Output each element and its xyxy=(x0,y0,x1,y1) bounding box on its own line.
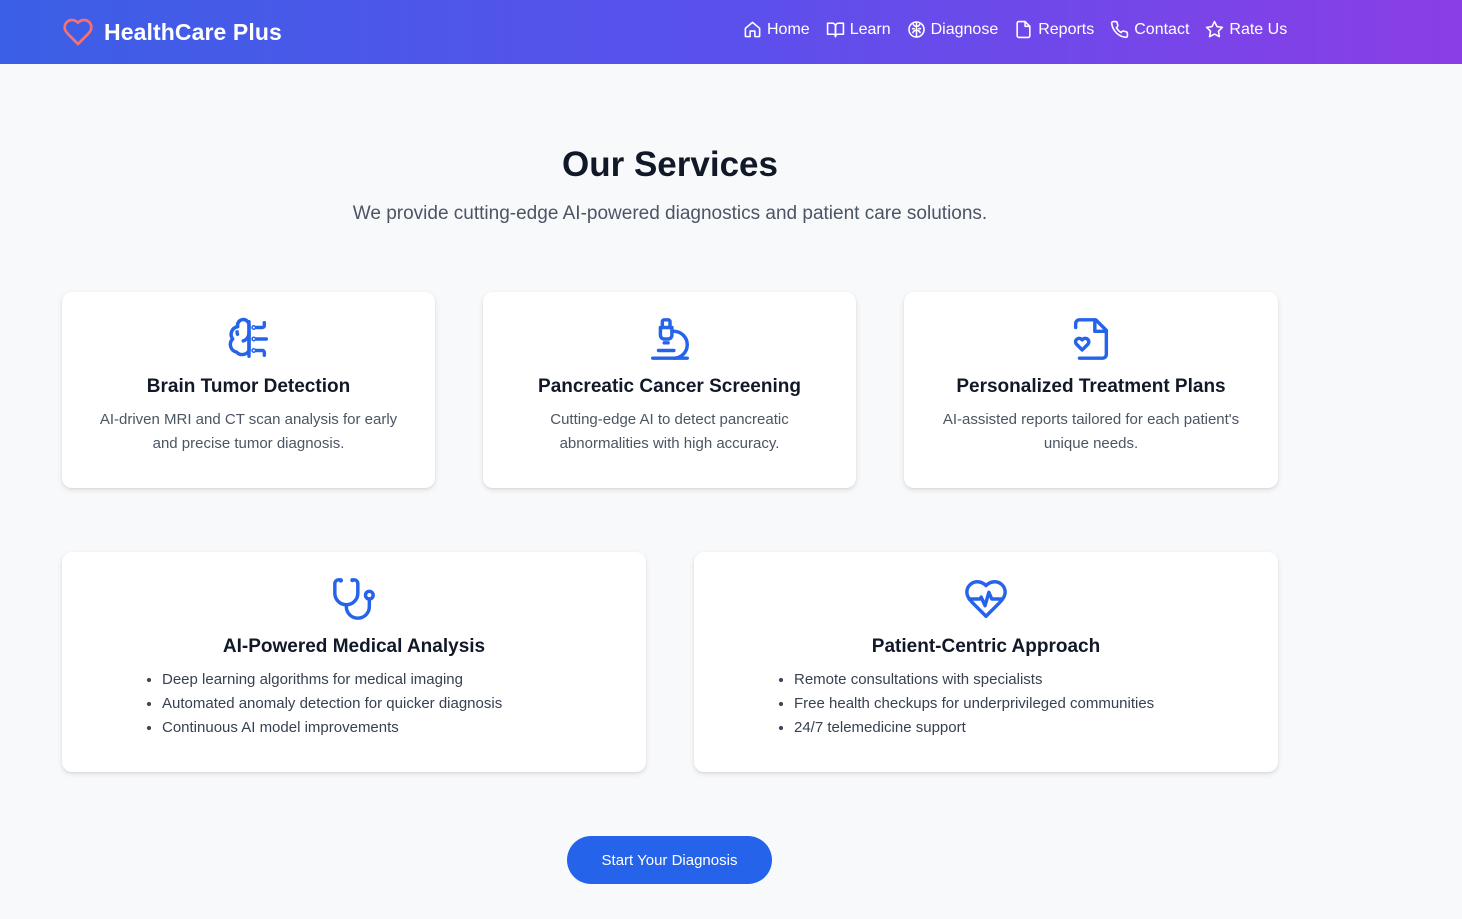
book-icon xyxy=(826,22,844,38)
nav-item-label: Home xyxy=(767,20,810,38)
nav-item-diagnose[interactable]: Diagnose xyxy=(907,20,999,39)
nav-item-contact[interactable]: Contact xyxy=(1110,20,1189,39)
main-nav: Home Learn Diagnose Reports Contact Rate… xyxy=(743,20,1287,39)
microscope-icon xyxy=(650,318,689,360)
brain-icon xyxy=(907,21,925,38)
service-description: Cutting-edge AI to detect pancreatic abn… xyxy=(550,411,789,452)
brand[interactable]: HealthCare Plus xyxy=(62,16,282,48)
service-description: AI-assisted reports tailored for each pa… xyxy=(942,411,1240,452)
phone-icon xyxy=(1111,20,1129,39)
heart-icon xyxy=(63,18,93,46)
nav-item-home[interactable]: Home xyxy=(743,20,810,39)
nav-item-learn[interactable]: Learn xyxy=(826,20,891,39)
feature-card-ai-analysis[interactable]: AI-Powered Medical Analysis Deep learnin… xyxy=(62,552,646,772)
file-heart-icon xyxy=(1073,318,1109,360)
stethoscope-icon xyxy=(333,578,375,620)
service-card-pancreatic[interactable]: Pancreatic Cancer Screening Cutting-edge… xyxy=(483,292,856,488)
brain-icon xyxy=(228,317,268,358)
service-description: AI-driven MRI and CT scan analysis for e… xyxy=(99,411,398,452)
service-title: Pancreatic Cancer Screening xyxy=(538,376,801,397)
feature-card-patient-centric[interactable]: Patient-Centric Approach Remote consulta… xyxy=(694,552,1278,772)
page-subtitle: We provide cutting-edge AI-powered diagn… xyxy=(352,203,988,224)
service-card-brain-tumor[interactable]: Brain Tumor Detection AI-driven MRI and … xyxy=(62,292,435,488)
list-item: Deep learning algorithms for medical ima… xyxy=(162,668,646,692)
list-item: Continuous AI model improvements xyxy=(162,716,646,740)
feature-title: Patient-Centric Approach xyxy=(871,636,1101,657)
start-diagnosis-button[interactable]: Start Your Diagnosis xyxy=(567,836,772,884)
service-card-treatment-plans[interactable]: Personalized Treatment Plans AI-assisted… xyxy=(904,292,1278,488)
nav-item-label: Reports xyxy=(1038,20,1095,38)
nav-item-label: Rate Us xyxy=(1229,20,1288,38)
service-title: Brain Tumor Detection xyxy=(146,376,351,397)
nav-item-rate-us[interactable]: Rate Us xyxy=(1205,20,1287,39)
star-icon xyxy=(1206,20,1224,38)
feature-title: AI-Powered Medical Analysis xyxy=(222,636,486,657)
page-title: Our Services xyxy=(562,145,778,184)
brand-name: HealthCare Plus xyxy=(104,18,282,45)
heart-pulse-icon xyxy=(965,580,1007,618)
nav-item-label: Learn xyxy=(849,20,891,38)
nav-item-label: Diagnose xyxy=(930,20,999,38)
nav-item-reports[interactable]: Reports xyxy=(1014,20,1094,39)
file-icon xyxy=(1016,20,1031,39)
feature-list: Deep learning algorithms for medical ima… xyxy=(62,668,646,740)
list-item: Remote consultations with specialists xyxy=(794,668,1278,692)
home-icon xyxy=(744,21,761,38)
feature-list: Remote consultations with specialists Fr… xyxy=(694,668,1278,740)
list-item: 24/7 telemedicine support xyxy=(794,716,1278,740)
nav-item-label: Contact xyxy=(1134,20,1190,38)
top-navbar: HealthCare Plus Home Learn Diagnose Repo… xyxy=(0,0,1462,64)
service-title: Personalized Treatment Plans xyxy=(956,376,1226,397)
list-item: Automated anomaly detection for quicker … xyxy=(162,692,646,716)
list-item: Free health checkups for underprivileged… xyxy=(794,692,1278,716)
